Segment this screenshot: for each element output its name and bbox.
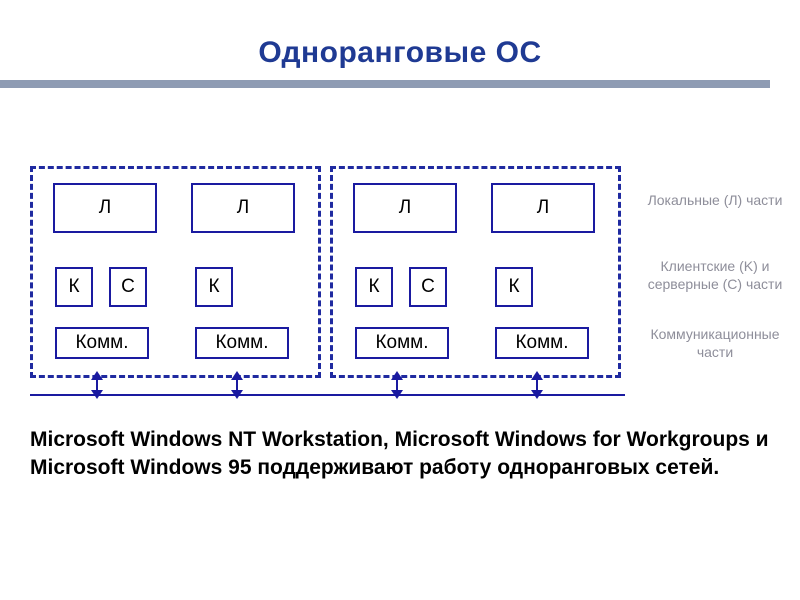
bus-connector-icon (232, 373, 242, 397)
legend-ks: Клиентские (K) и серверные (C) части (635, 258, 795, 293)
title-rule (0, 80, 770, 88)
server-box: С (409, 267, 447, 307)
local-box: Л (491, 183, 595, 233)
peer-group-1: Л К С Комм. Л К Комм. (330, 166, 621, 378)
legend-local: Локальные (Л) части (635, 192, 795, 210)
local-box: Л (53, 183, 157, 233)
bus-connector-icon (92, 373, 102, 397)
local-box: Л (191, 183, 295, 233)
diagram-stage: Л К С Комм. Л К Комм. Л К С Комм. Л К Ко… (30, 166, 770, 396)
client-box: К (55, 267, 93, 307)
slide-title: Одноранговые ОС (0, 0, 800, 70)
bus-connector-icon (532, 373, 542, 397)
peer-group-0: Л К С Комм. Л К Комм. (30, 166, 321, 378)
comm-box: Комм. (195, 327, 289, 359)
local-box: Л (353, 183, 457, 233)
client-box: К (195, 267, 233, 307)
comm-box: Комм. (355, 327, 449, 359)
comm-box: Комм. (495, 327, 589, 359)
bus-connector-icon (392, 373, 402, 397)
server-box: С (109, 267, 147, 307)
legend-comm: Коммуникационные части (635, 326, 795, 361)
footer-description: Microsoft Windows NT Workstation, Micros… (30, 426, 770, 483)
comm-box: Комм. (55, 327, 149, 359)
client-box: К (355, 267, 393, 307)
client-box: К (495, 267, 533, 307)
